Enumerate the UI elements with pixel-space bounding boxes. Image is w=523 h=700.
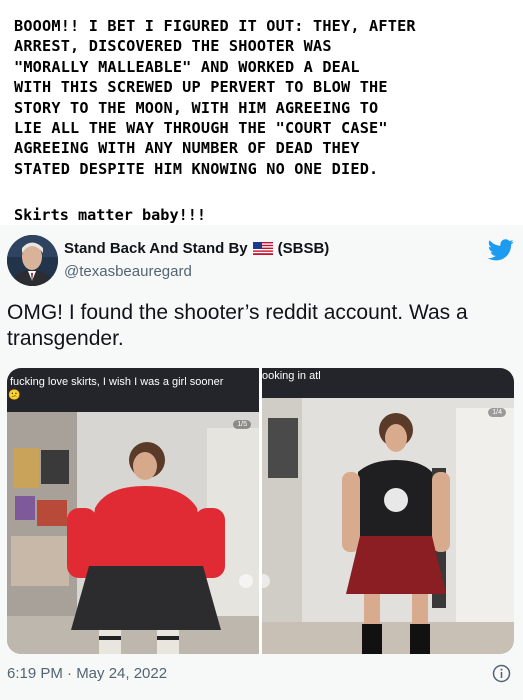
caption-line: BOOOM!! I BET I FIGURED IT OUT: THEY, AF… (14, 17, 416, 35)
caption-line: STATED DESPITE HIM KNOWING NO ONE DIED. (14, 159, 379, 178)
media-photo-right[interactable]: ooking in atl 1/4 (262, 368, 514, 654)
photo-counter-right: 1/4 (488, 408, 506, 417)
overlay-caption-right: ooking in atl (262, 370, 321, 382)
author-name-row[interactable]: Stand Back And Stand By (SBSB) (64, 240, 329, 257)
tweet-text: OMG! I found the shooter’s reddit accoun… (7, 301, 468, 350)
info-icon[interactable] (492, 664, 511, 683)
overlay-caption-left: fucking love skirts, I wish I was a girl… (10, 376, 224, 388)
reddit-caption-bar (7, 368, 259, 412)
author-name-suffix: (SBSB) (277, 240, 330, 257)
twitter-bird-icon[interactable] (487, 239, 514, 261)
photo-scene-right (262, 368, 514, 654)
media-grid[interactable]: fucking love skirts, I wish I was a girl… (7, 368, 514, 654)
caption-tagline: Skirts matter baby!!! (14, 206, 207, 224)
caption-line: LIE ALL THE WAY THROUGH THE "COURT CASE" (14, 119, 388, 138)
media-photo-left[interactable]: fucking love skirts, I wish I was a girl… (7, 368, 259, 654)
caption-text: BOOOM!! I BET I FIGURED IT OUT: THEY, AF… (14, 16, 514, 179)
tweet-timestamp[interactable]: 6:19 PM · May 24, 2022 (7, 665, 167, 682)
caption-line: STORY TO THE MOON, WITH HIM AGREEING TO (14, 98, 379, 117)
caption-line: "MORALLY MALLEABLE" AND WORKED A DEAL (14, 57, 360, 76)
photo-counter-left: 1/5 (233, 420, 251, 429)
avatar[interactable] (7, 235, 58, 286)
caption-line: WITH THIS SCREWED UP PERVERT TO BLOW THE (14, 78, 388, 97)
tweet-card: Stand Back And Stand By (SBSB) @texasbea… (0, 225, 523, 700)
caption-line: ARREST, DISCOVERED THE SHOOTER WAS (14, 37, 332, 56)
author-handle[interactable]: @texasbeauregard (64, 263, 192, 280)
us-flag-icon (252, 242, 273, 255)
confused-emoji-icon: 😕 (8, 390, 21, 401)
author-display-name[interactable]: Stand Back And Stand By (64, 240, 248, 257)
next-photo-button[interactable] (239, 574, 253, 588)
caption-line: AGREEING WITH ANY NUMBER OF DEAD THEY (14, 139, 360, 158)
avatar-portrait (7, 235, 58, 286)
